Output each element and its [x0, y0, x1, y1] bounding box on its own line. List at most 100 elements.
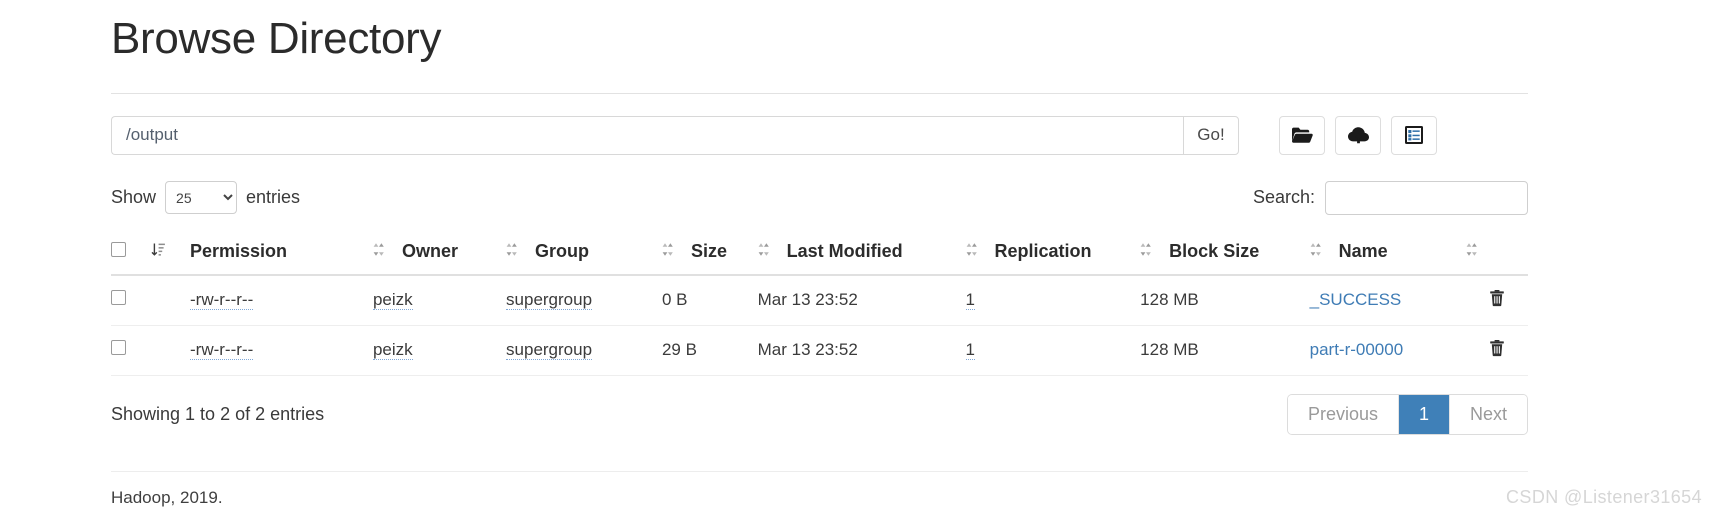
cell-last-modified: Mar 13 23:52 — [757, 325, 966, 376]
page-container: Browse Directory Go! — [111, 0, 1528, 508]
go-button[interactable]: Go! — [1183, 115, 1239, 155]
pagination-next[interactable]: Next — [1449, 394, 1527, 434]
cloud-upload-icon — [1347, 126, 1370, 145]
group-link[interactable]: supergroup — [506, 290, 593, 311]
list-clipboard-button[interactable] — [1391, 115, 1437, 155]
column-label-owner: Owner — [401, 240, 458, 261]
sort-icon-last-modified — [966, 241, 977, 262]
show-entries-group: Show 25 entries — [111, 181, 301, 215]
watermark: CSDN @Listener31654 — [1506, 487, 1702, 507]
table-controls-row: Show 25 entries Search: — [111, 180, 1528, 215]
sort-icon-size — [758, 241, 769, 262]
owner-link[interactable]: peizk — [372, 340, 413, 361]
path-input-group: Go! — [111, 115, 1239, 155]
entries-select[interactable]: 25 — [165, 181, 238, 215]
column-header-group[interactable]: Group — [506, 230, 662, 276]
row-spacer-cell — [150, 325, 190, 376]
path-input[interactable] — [111, 115, 1183, 155]
column-header-name[interactable]: Name — [1309, 230, 1466, 276]
search-label: Search: — [1252, 187, 1315, 208]
permission-link[interactable]: -rw-r--r-- — [190, 290, 254, 311]
cell-permission: -rw-r--r-- — [190, 274, 373, 326]
cell-name: part-r-00000 — [1309, 325, 1466, 376]
table-header-row: Permission Owner Group Size Last Modifie… — [111, 230, 1528, 276]
page-title: Browse Directory — [111, 14, 442, 63]
cell-size: 29 B — [661, 325, 758, 376]
cell-name: _SUCCESS — [1309, 274, 1466, 326]
column-label-last-modified: Last Modified — [786, 240, 903, 261]
file-name-link[interactable]: part-r-00000 — [1310, 340, 1404, 359]
footer-divider — [111, 470, 1528, 472]
search-input[interactable] — [1325, 180, 1528, 215]
sort-icon-replication — [1140, 241, 1151, 262]
row-spacer-cell — [150, 274, 190, 326]
sort-icon-permission — [373, 241, 384, 262]
trash-icon — [1489, 289, 1505, 310]
sort-icon-group — [662, 241, 673, 262]
list-clipboard-icon — [1404, 125, 1424, 145]
pagination: Previous 1 Next — [1286, 393, 1528, 435]
cell-actions — [1465, 325, 1528, 376]
select-all-header — [111, 230, 151, 276]
column-label-size: Size — [690, 240, 727, 261]
file-name-link[interactable]: _SUCCESS — [1310, 290, 1402, 309]
browse-directory-page: Browse Directory Go! — [0, 0, 1718, 525]
cell-permission: -rw-r--r-- — [190, 325, 373, 376]
column-header-replication[interactable]: Replication — [965, 230, 1141, 276]
cell-owner: peizk — [372, 274, 507, 326]
row-checkbox[interactable] — [111, 290, 126, 306]
delete-button[interactable] — [1489, 289, 1505, 307]
cell-group: supergroup — [506, 274, 662, 326]
pagination-previous[interactable]: Previous — [1287, 394, 1399, 434]
show-label: Show — [111, 187, 157, 208]
cloud-upload-button[interactable] — [1335, 115, 1381, 155]
column-label-group: Group — [535, 240, 590, 261]
cell-actions — [1465, 274, 1528, 326]
sort-icon-owner — [506, 241, 517, 262]
column-header-actions — [1465, 230, 1528, 276]
cell-last-modified: Mar 13 23:52 — [757, 274, 966, 326]
copyright-text: Hadoop, 2019. — [111, 487, 223, 507]
column-label-replication: Replication — [994, 240, 1092, 261]
folder-open-icon — [1291, 126, 1313, 144]
column-label-block-size: Block Size — [1169, 240, 1260, 261]
entries-label: entries — [246, 187, 301, 208]
column-header-block-size[interactable]: Block Size — [1140, 230, 1310, 276]
cell-size: 0 B — [661, 274, 758, 326]
table-footer: Showing 1 to 2 of 2 entries Previous 1 N… — [111, 393, 1528, 435]
search-group: Search: — [1252, 180, 1528, 215]
cell-block-size: 128 MB — [1140, 274, 1310, 326]
showing-entries-text: Showing 1 to 2 of 2 entries — [111, 403, 325, 424]
directory-table: Permission Owner Group Size Last Modifie… — [111, 230, 1528, 376]
select-all-checkbox[interactable] — [111, 241, 126, 257]
sort-all-header[interactable] — [150, 230, 190, 276]
cell-block-size: 128 MB — [1140, 325, 1310, 376]
cell-group: supergroup — [506, 325, 662, 376]
group-link[interactable]: supergroup — [506, 340, 593, 361]
sort-icon-name — [1466, 241, 1477, 262]
cell-owner: peizk — [372, 325, 507, 376]
column-header-owner[interactable]: Owner — [372, 230, 507, 276]
permission-link[interactable]: -rw-r--r-- — [190, 340, 254, 361]
cell-replication: 1 — [965, 325, 1141, 376]
row-select-cell — [111, 274, 151, 326]
column-label-name: Name — [1338, 240, 1388, 261]
cell-replication: 1 — [965, 274, 1141, 326]
trash-icon — [1489, 339, 1505, 360]
path-bar-row: Go! — [111, 115, 1528, 155]
table-body: -rw-r--r-- peizk supergroup 0 B Mar 13 2… — [111, 274, 1528, 376]
sort-amount-icon — [151, 241, 166, 261]
folder-open-button[interactable] — [1279, 115, 1325, 155]
delete-button[interactable] — [1489, 339, 1505, 357]
table-row: -rw-r--r-- peizk supergroup 29 B Mar 13 … — [111, 325, 1528, 376]
row-checkbox[interactable] — [111, 340, 126, 356]
owner-link[interactable]: peizk — [372, 290, 413, 311]
pagination-page-1[interactable]: 1 — [1398, 394, 1450, 434]
row-select-cell — [111, 325, 151, 376]
column-header-last-modified[interactable]: Last Modified — [757, 230, 966, 276]
replication-link[interactable]: 1 — [965, 290, 975, 311]
table-head: Permission Owner Group Size Last Modifie… — [111, 230, 1528, 276]
column-header-permission[interactable]: Permission — [190, 230, 373, 276]
replication-link[interactable]: 1 — [965, 340, 975, 361]
column-header-size[interactable]: Size — [661, 230, 758, 276]
